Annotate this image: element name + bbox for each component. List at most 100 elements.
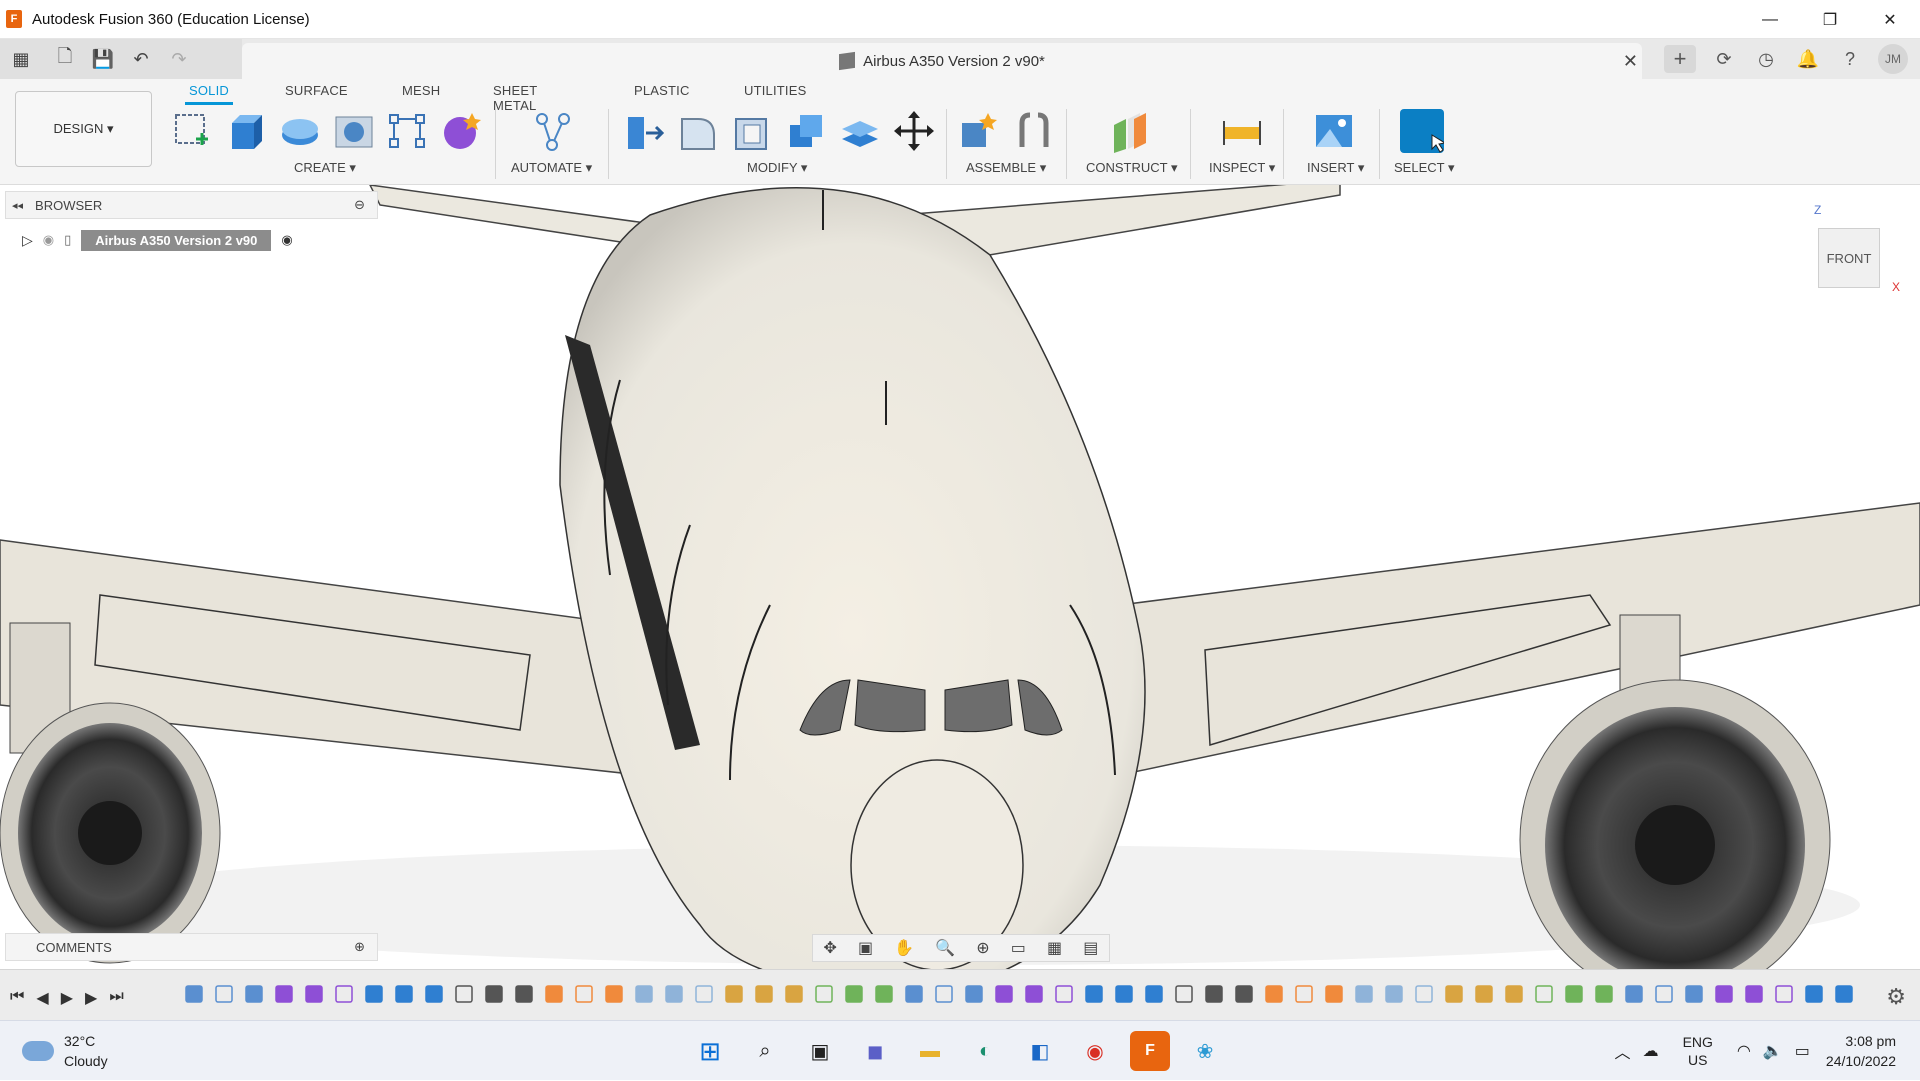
viewcube[interactable]: FRONT	[1818, 228, 1880, 288]
timeline-settings-gear-icon[interactable]: ⚙	[1886, 984, 1906, 1010]
save-icon[interactable]: 💾	[88, 44, 118, 74]
user-avatar[interactable]: JM	[1878, 44, 1908, 74]
minimize-button[interactable]: —	[1740, 0, 1800, 39]
offset-face-icon[interactable]	[838, 109, 882, 153]
look-at-icon[interactable]: ▣	[858, 938, 873, 958]
create-group-label[interactable]: CREATE ▾	[294, 160, 356, 176]
search-icon[interactable]: ⌕	[745, 1031, 785, 1071]
timeline-feature-marker[interactable]	[1835, 985, 1853, 1003]
assemble-group-label[interactable]: ASSEMBLE ▾	[966, 160, 1046, 176]
inspect-group-label[interactable]: INSPECT ▾	[1209, 160, 1275, 176]
onedrive-cloud-icon[interactable]: ☁	[1643, 1041, 1659, 1061]
new-component-icon[interactable]	[958, 109, 1002, 153]
tab-plastic[interactable]: PLASTIC	[634, 83, 690, 98]
system-clock[interactable]: 3:08 pm 24/10/2022	[1826, 1031, 1896, 1071]
timeline-feature-marker[interactable]	[1715, 985, 1733, 1003]
3d-viewport[interactable]	[0, 185, 1920, 969]
language-indicator[interactable]: ENG US	[1683, 1033, 1713, 1069]
fusion-360-taskbar-icon[interactable]: F	[1130, 1031, 1170, 1071]
timeline-feature-marker[interactable]	[755, 985, 773, 1003]
file-explorer-icon[interactable]: ▬	[910, 1031, 950, 1071]
timeline-feature-marker[interactable]	[395, 985, 413, 1003]
timeline-feature-marker[interactable]	[1565, 985, 1583, 1003]
restore-button[interactable]: ❐	[1800, 0, 1860, 39]
pan-hand-icon[interactable]: ✋	[894, 938, 914, 958]
timeline-feature-marker[interactable]	[365, 985, 383, 1003]
timeline-feature-marker[interactable]	[1805, 985, 1823, 1003]
help-icon[interactable]: ?	[1836, 45, 1864, 73]
timeline-feature-marker[interactable]	[1625, 985, 1643, 1003]
timeline-feature-marker[interactable]	[1355, 985, 1373, 1003]
show-hidden-icons-chevron-icon[interactable]: ︿	[1615, 1039, 1631, 1063]
zoom-icon[interactable]: 🔍	[935, 938, 955, 958]
timeline-feature-marker[interactable]	[1325, 985, 1343, 1003]
timeline-feature-marker[interactable]	[1295, 985, 1313, 1003]
edge-browser-icon[interactable]: ◐	[965, 1031, 1005, 1071]
timeline-feature-marker[interactable]	[455, 985, 473, 1003]
document-tab[interactable]: Airbus A350 Version 2 v90* ✕	[242, 43, 1642, 79]
timeline-feature-marker[interactable]	[1085, 985, 1103, 1003]
redo-icon[interactable]: ↷	[164, 44, 194, 74]
timeline-feature-track[interactable]	[182, 982, 1862, 1008]
browser-root-node[interactable]: ▷ ◉ ▯ Airbus A350 Version 2 v90 ◉	[22, 228, 293, 252]
move-copy-icon[interactable]	[892, 109, 936, 153]
timeline-feature-marker[interactable]	[1595, 985, 1613, 1003]
select-group-label[interactable]: SELECT ▾	[1394, 160, 1454, 176]
press-pull-icon[interactable]	[622, 109, 666, 153]
viewports-icon[interactable]: ▤	[1083, 938, 1098, 958]
tab-utilities[interactable]: UTILITIES	[744, 83, 806, 98]
paint-app-icon[interactable]: ❀	[1185, 1031, 1225, 1071]
fillet-icon[interactable]	[676, 109, 720, 153]
comments-panel-header[interactable]: COMMENTS ⊕	[5, 933, 378, 961]
timeline-feature-marker[interactable]	[845, 985, 863, 1003]
timeline-feature-marker[interactable]	[605, 985, 623, 1003]
timeline-feature-marker[interactable]	[995, 985, 1013, 1003]
timeline-feature-marker[interactable]	[515, 985, 533, 1003]
task-view-icon[interactable]: ▣	[800, 1031, 840, 1071]
measure-icon[interactable]	[1220, 109, 1264, 153]
create-sketch-icon[interactable]	[170, 109, 214, 153]
close-tab-icon[interactable]: ✕	[1623, 51, 1638, 72]
new-tab-plus-icon[interactable]: +	[1664, 45, 1696, 73]
timeline-feature-marker[interactable]	[1415, 985, 1433, 1003]
insert-group-label[interactable]: INSERT ▾	[1307, 160, 1364, 176]
pattern-icon[interactable]	[386, 109, 430, 153]
timeline-feature-marker[interactable]	[335, 985, 353, 1003]
timeline-feature-marker[interactable]	[1505, 985, 1523, 1003]
microsoft-store-icon[interactable]: ◧	[1020, 1031, 1060, 1071]
undo-icon[interactable]: ↶	[126, 44, 156, 74]
timeline-feature-marker[interactable]	[1535, 985, 1553, 1003]
expand-arrow-icon[interactable]: ▷	[22, 232, 33, 249]
timeline-feature-marker[interactable]	[1385, 985, 1403, 1003]
timeline-feature-marker[interactable]	[635, 985, 653, 1003]
wifi-icon[interactable]: ◠	[1737, 1041, 1751, 1061]
step-back-icon[interactable]: ◀	[36, 988, 48, 1008]
timeline-feature-marker[interactable]	[425, 985, 443, 1003]
create-form-icon[interactable]	[440, 109, 484, 153]
grid-settings-icon[interactable]: ▦	[1047, 938, 1062, 958]
chrome-icon[interactable]: ◉	[1075, 1031, 1115, 1071]
joint-icon[interactable]	[1012, 109, 1056, 153]
timeline-feature-marker[interactable]	[1265, 985, 1283, 1003]
revolve-icon[interactable]	[278, 109, 322, 153]
fit-icon[interactable]: ⊕	[976, 938, 989, 958]
collapse-panel-icon[interactable]: ◂◂	[12, 199, 23, 212]
combine-icon[interactable]	[784, 109, 828, 153]
timeline-feature-marker[interactable]	[1145, 985, 1163, 1003]
timeline-feature-marker[interactable]	[965, 985, 983, 1003]
automate-group-label[interactable]: AUTOMATE ▾	[511, 160, 592, 176]
orbit-icon[interactable]: ✥	[824, 938, 837, 958]
job-status-clock-icon[interactable]: ◷	[1752, 45, 1780, 73]
timeline-feature-marker[interactable]	[1655, 985, 1673, 1003]
data-panel-grid-icon[interactable]: ▦	[6, 44, 36, 74]
workspace-switcher[interactable]: DESIGN ▾	[15, 91, 152, 167]
automate-icon[interactable]	[530, 109, 574, 153]
timeline-feature-marker[interactable]	[575, 985, 593, 1003]
add-comment-icon[interactable]: ⊕	[354, 939, 365, 955]
timeline-feature-marker[interactable]	[1115, 985, 1133, 1003]
file-menu-icon[interactable]: 🗋	[50, 44, 80, 74]
insert-image-icon[interactable]	[1312, 109, 1356, 153]
windows-start-icon[interactable]: ⊞	[690, 1031, 730, 1071]
hole-icon[interactable]	[332, 109, 376, 153]
timeline-feature-marker[interactable]	[665, 985, 683, 1003]
